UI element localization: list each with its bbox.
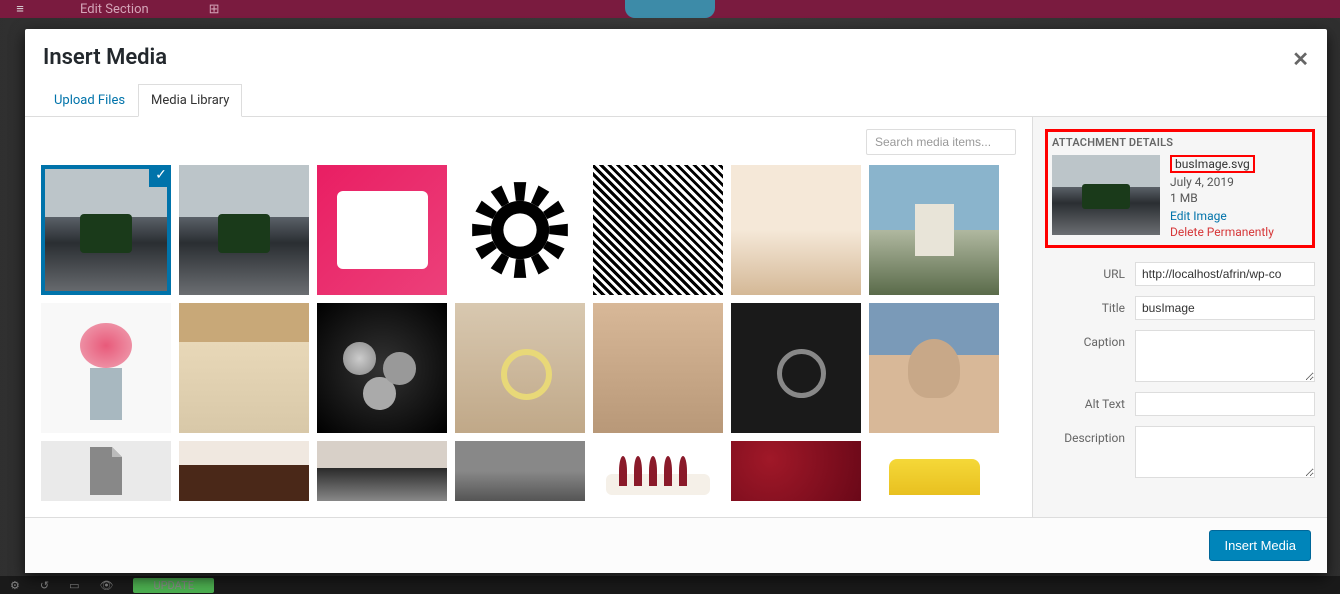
media-thumbnail[interactable]: ✓: [41, 165, 171, 295]
media-thumbnail[interactable]: [731, 165, 861, 295]
edit-section-label: Edit Section: [40, 2, 189, 17]
media-thumbnail[interactable]: [869, 165, 999, 295]
title-label: Title: [1045, 296, 1135, 315]
media-thumbnail[interactable]: [731, 303, 861, 433]
media-thumbnail[interactable]: [317, 303, 447, 433]
attachment-sidebar: ATTACHMENT DETAILS busImage.svg July 4, …: [1032, 117, 1327, 517]
history-icon[interactable]: ↺: [40, 579, 49, 592]
media-library-panel: ✓: [25, 117, 1032, 517]
media-thumbnail[interactable]: [593, 441, 723, 501]
editor-bottombar: ⚙ ↺ ▭ 👁 UPDATE: [0, 576, 1340, 594]
attachment-thumbnail: [1052, 155, 1160, 235]
settings-icon[interactable]: ⚙: [10, 579, 20, 592]
attachment-details-box: ATTACHMENT DETAILS busImage.svg July 4, …: [1045, 129, 1315, 248]
media-thumbnail[interactable]: [869, 441, 999, 501]
media-thumbnail[interactable]: [455, 441, 585, 501]
attachment-date: July 4, 2019: [1170, 175, 1274, 189]
media-thumbnail[interactable]: [455, 165, 585, 295]
preview-icon[interactable]: 👁: [100, 579, 114, 592]
url-input[interactable]: [1135, 262, 1315, 286]
media-thumbnail[interactable]: [317, 165, 447, 295]
media-thumbnail[interactable]: [179, 165, 309, 295]
description-label: Description: [1045, 426, 1135, 445]
responsive-icon[interactable]: ▭: [69, 579, 79, 592]
check-icon: ✓: [149, 165, 171, 187]
attachment-heading: ATTACHMENT DETAILS: [1052, 136, 1308, 149]
media-thumbnail[interactable]: [317, 441, 447, 501]
caption-label: Caption: [1045, 330, 1135, 349]
tab-media-library[interactable]: Media Library: [138, 84, 242, 117]
insert-media-modal: ✕ Insert Media Upload Files Media Librar…: [25, 29, 1327, 573]
media-thumbnail[interactable]: [869, 303, 999, 433]
media-grid: ✓: [41, 165, 1026, 517]
media-thumbnail[interactable]: [179, 303, 309, 433]
url-label: URL: [1045, 262, 1135, 281]
update-button[interactable]: UPDATE: [133, 578, 213, 593]
media-thumbnail[interactable]: [593, 303, 723, 433]
media-thumbnail[interactable]: [455, 303, 585, 433]
media-thumbnail[interactable]: [179, 441, 309, 501]
alt-text-input[interactable]: [1135, 392, 1315, 416]
caption-input[interactable]: [1135, 330, 1315, 382]
hamburger-icon[interactable]: ≡: [0, 1, 40, 17]
modal-title: Insert Media: [25, 29, 1327, 84]
section-add-handle[interactable]: [625, 0, 715, 18]
media-thumbnail[interactable]: [731, 441, 861, 501]
tab-upload-files[interactable]: Upload Files: [41, 84, 138, 117]
media-thumbnail[interactable]: [41, 441, 171, 501]
close-icon[interactable]: ✕: [1292, 47, 1309, 71]
insert-media-button[interactable]: Insert Media: [1209, 530, 1311, 561]
attachment-filename: busImage.svg: [1170, 155, 1255, 173]
description-input[interactable]: [1135, 426, 1315, 478]
title-input[interactable]: [1135, 296, 1315, 320]
search-input[interactable]: [866, 129, 1016, 155]
modal-footer: Insert Media: [25, 517, 1327, 573]
modal-tabs: Upload Files Media Library: [25, 84, 1327, 117]
media-thumbnail[interactable]: [41, 303, 171, 433]
attachment-size: 1 MB: [1170, 191, 1274, 205]
alt-text-label: Alt Text: [1045, 392, 1135, 411]
delete-permanently-link[interactable]: Delete Permanently: [1170, 225, 1274, 239]
media-thumbnail[interactable]: [593, 165, 723, 295]
edit-image-link[interactable]: Edit Image: [1170, 209, 1274, 223]
grid-icon[interactable]: ⊞: [209, 2, 220, 17]
